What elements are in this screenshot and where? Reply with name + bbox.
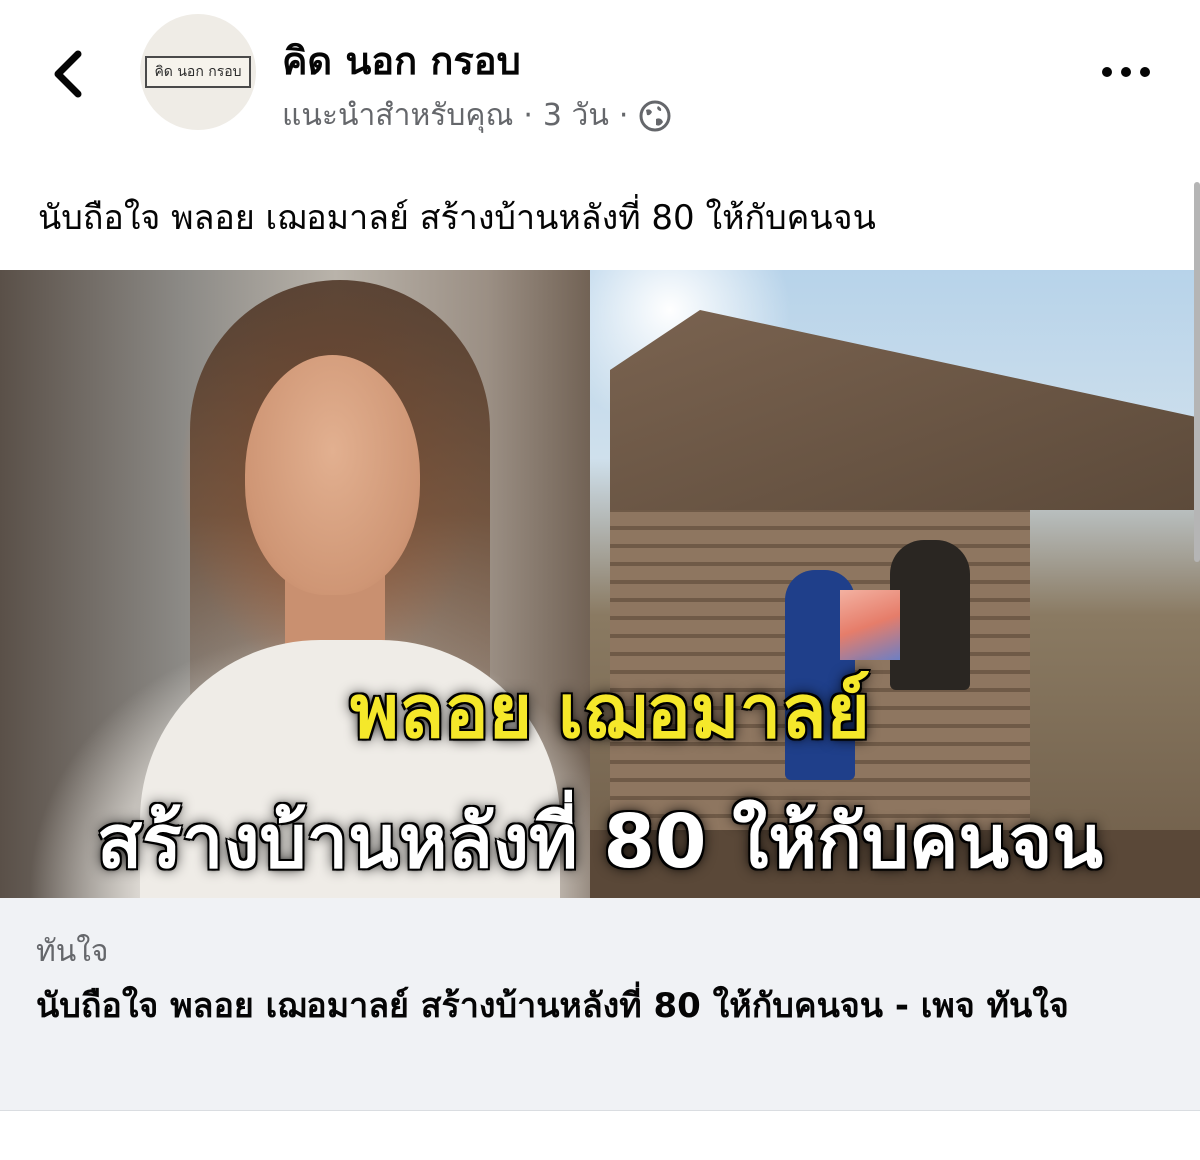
meta-separator: · — [523, 98, 533, 133]
scrollbar[interactable] — [1194, 182, 1200, 562]
post-timestamp[interactable]: 3 วัน — [543, 92, 609, 139]
post-screen: คิด นอก กรอบ คิด นอก กรอบ แนะนำสำหรับคุณ… — [0, 0, 1200, 1160]
image-overlay-title: พลอย เฌอมาลย์ — [350, 669, 870, 755]
link-preview-footer[interactable]: ทันใจ นับถือใจ พลอย เฌอมาลย์ สร้างบ้านหล… — [0, 898, 1200, 1111]
post-caption: นับถือใจ พลอย เฌอมาลย์ สร้างบ้านหลังที่ … — [38, 198, 876, 238]
page-avatar[interactable]: คิด นอก กรอบ — [140, 14, 256, 130]
image-overlay-subtitle: สร้างบ้านหลังที่ 80 ให้กับคนจน — [97, 799, 1103, 885]
globe-icon — [638, 99, 672, 133]
page-name[interactable]: คิด นอก กรอบ — [282, 30, 521, 91]
recommendation-label: แนะนำสำหรับคุณ — [282, 98, 514, 133]
meta-separator: · — [618, 98, 629, 133]
more-options-button[interactable] — [1096, 52, 1156, 92]
link-title: นับถือใจ พลอย เฌอมาลย์ สร้างบ้านหลังที่ … — [36, 986, 1069, 1026]
chevron-left-icon — [54, 50, 82, 98]
back-button[interactable] — [44, 44, 92, 104]
link-source: ทันใจ — [36, 934, 109, 969]
more-horizontal-icon — [1102, 67, 1150, 77]
link-preview-image[interactable]: พลอย เฌอมาลย์ สร้างบ้านหลังที่ 80 ให้กับ… — [0, 270, 1200, 898]
avatar-logo-text: คิด นอก กรอบ — [154, 64, 242, 80]
post-meta: แนะนำสำหรับคุณ · 3 วัน · — [282, 92, 672, 139]
avatar-logo: คิด นอก กรอบ — [145, 56, 251, 88]
